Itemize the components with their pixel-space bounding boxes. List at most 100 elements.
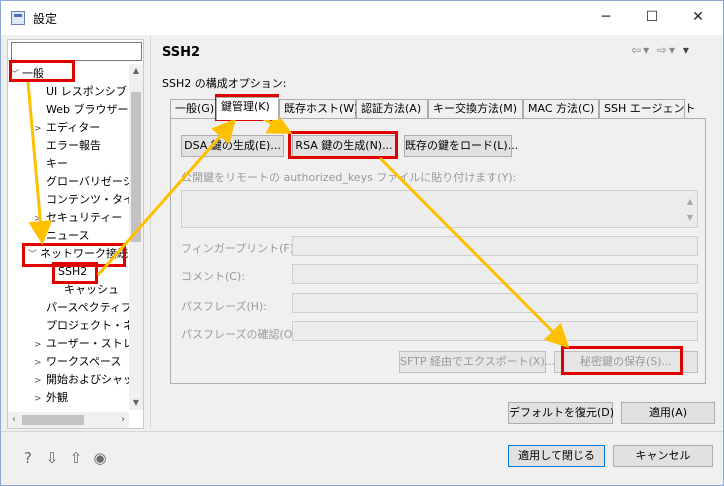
tab-key-management[interactable]: 鍵管理(K) [216, 97, 279, 120]
tree-item-label: キャッシュ [64, 283, 119, 296]
comment-field[interactable] [292, 264, 698, 284]
filter-input[interactable] [11, 42, 142, 61]
tab-general[interactable]: 一般(G) [170, 99, 216, 119]
tree-item-security[interactable]: > セキュリティー [34, 209, 122, 227]
scroll-arrows-icon[interactable]: ▲ ▼ [687, 194, 693, 226]
chevron-right-icon[interactable]: > [34, 336, 46, 354]
tree-item-news[interactable]: ニュース [46, 227, 89, 245]
import-icon[interactable]: ⇩ [43, 449, 61, 467]
fingerprint-field[interactable] [292, 236, 698, 256]
preference-tree-panel: ﹀一般 UI レスポンシブ・モ Web ブラウザー >エディター エラー報告 キ… [7, 39, 144, 429]
tree-item-error-reporting[interactable]: エラー報告 [46, 137, 101, 155]
tree-item-globalization[interactable]: グローバリゼーショ [46, 173, 129, 191]
title-bar: 設定 ─ ☐ ✕ [1, 1, 723, 35]
tab-key-exchange[interactable]: キー交換方法(M) [428, 99, 523, 119]
app-icon [11, 11, 25, 25]
view-menu-icon[interactable]: ▾ [683, 43, 691, 57]
tree-item-label: 一般 [22, 67, 44, 80]
cancel-button[interactable]: キャンセル [613, 445, 713, 467]
tree-item-cache[interactable]: キャッシュ [64, 281, 119, 299]
footer-divider [1, 431, 723, 432]
tree-item-workspace[interactable]: > ワークスペース [34, 353, 121, 371]
tree-item-label: セキュリティー [46, 211, 123, 224]
tree-item-label: ネットワーク接続 [40, 247, 128, 260]
tree-item-startup-shutdown[interactable]: > 開始およびシャッ [34, 371, 129, 389]
tree-vertical-scrollbar[interactable]: ▲ ▼ [129, 64, 143, 410]
record-icon[interactable]: ◉ [91, 449, 109, 467]
chevron-right-icon[interactable]: > [34, 390, 46, 408]
tree-item-label: コンテンツ・タイプ [46, 193, 129, 206]
chevron-right-icon[interactable]: > [34, 120, 46, 138]
scroll-right-icon[interactable]: › [117, 412, 129, 428]
passphrase-label: パスフレーズ(H): [181, 300, 268, 313]
tree-item-label: パースペクティブ [46, 301, 129, 314]
preferences-dialog: 設定 ─ ☐ ✕ ﹀一般 UI レスポンシブ・モ Web ブラウザー >エディタ… [0, 0, 724, 486]
tree-item-label: ユーザー・ストレージ [46, 337, 129, 350]
minimize-button[interactable]: ─ [583, 1, 629, 33]
close-button[interactable]: ✕ [675, 1, 721, 33]
tree-horizontal-scrollbar[interactable]: ‹ › [8, 412, 129, 428]
chevron-down-icon[interactable]: ▾ [643, 43, 651, 57]
tree-item-label: SSH2 [58, 265, 88, 278]
tree-item-label: キー [46, 157, 68, 170]
tab-ssh-agent[interactable]: SSH エージェント [599, 99, 696, 119]
tree-item-ui-responsive[interactable]: UI レスポンシブ・モ [46, 83, 129, 101]
fingerprint-label: フィンガープリント(F): [181, 242, 298, 255]
tab-mac[interactable]: MAC 方法(C) [523, 99, 599, 119]
tree-item-network-connections[interactable]: ﹀ ネットワーク接続 [28, 245, 128, 263]
tree-item-label: ワークスペース [46, 355, 122, 368]
generate-rsa-key-button[interactable]: RSA 鍵の生成(N)... [292, 135, 396, 157]
chevron-right-icon[interactable]: > [34, 372, 46, 390]
tree-item-keys[interactable]: キー [46, 155, 68, 173]
chevron-down-icon[interactable]: ▾ [669, 43, 677, 57]
tree-item-label: エラー報告 [46, 139, 101, 152]
apply-button[interactable]: 適用(A) [621, 402, 715, 424]
comment-label: コメント(C): [181, 270, 245, 283]
section-label: SSH2 の構成オプション: [162, 77, 287, 90]
preference-tree: ﹀一般 UI レスポンシブ・モ Web ブラウザー >エディター エラー報告 キ… [8, 64, 129, 410]
tree-item-appearance[interactable]: > 外観 [34, 389, 68, 407]
chevron-right-icon[interactable]: > [34, 210, 46, 228]
passphrase-confirm-label: パスフレーズの確認(O): [181, 328, 301, 341]
load-existing-key-button[interactable]: 既存の鍵をロード(L)... [404, 135, 518, 157]
window-title: 設定 [33, 12, 58, 26]
tree-item-label: Web ブラウザー [46, 103, 129, 116]
back-icon[interactable]: ⇦ [631, 43, 643, 57]
scroll-thumb[interactable] [22, 415, 84, 425]
export-icon[interactable]: ⇧ [67, 449, 85, 467]
forward-icon[interactable]: ⇨ [657, 43, 669, 57]
tree-item-label: 開始およびシャッ [46, 373, 129, 386]
apply-and-close-button[interactable]: 適用して閉じる [508, 445, 605, 467]
public-key-textarea[interactable]: ▲ ▼ [181, 190, 698, 228]
tree-item-label: エディター [46, 121, 101, 134]
generate-dsa-key-button[interactable]: DSA 鍵の生成(E)... [181, 135, 284, 157]
save-private-key-button[interactable]: 秘密鍵の保存(S)... [554, 351, 698, 373]
tree-item-web-browser[interactable]: Web ブラウザー [46, 101, 128, 119]
passphrase-field[interactable] [292, 293, 698, 313]
tree-item-ssh2[interactable]: SSH2 [58, 263, 87, 281]
sftp-export-button[interactable]: SFTP 経由でエクスポート(X)... [399, 351, 555, 373]
chevron-down-icon[interactable]: ﹀ [28, 246, 40, 264]
tree-item-content-types[interactable]: コンテンツ・タイプ [46, 191, 129, 209]
tree-item-general[interactable]: ﹀ 一般 [10, 65, 44, 83]
tree-item-label: UI レスポンシブ・モ [46, 85, 129, 98]
scroll-left-icon[interactable]: ‹ [8, 412, 20, 428]
scroll-thumb[interactable] [131, 92, 141, 242]
public-key-label: 公開鍵をリモートの authorized_keys ファイルに貼り付けます(Y)… [181, 171, 517, 184]
tab-known-hosts[interactable]: 既存ホスト(W) [279, 99, 358, 119]
chevron-down-icon[interactable]: ﹀ [10, 66, 22, 84]
scroll-down-icon[interactable]: ▼ [129, 398, 143, 407]
tab-authentication[interactable]: 認証方法(A) [356, 99, 428, 119]
passphrase-confirm-field[interactable] [292, 321, 698, 341]
restore-defaults-button[interactable]: デフォルトを復元(D) [508, 402, 614, 424]
help-icon[interactable]: ? [19, 449, 37, 467]
chevron-right-icon[interactable]: > [34, 354, 46, 372]
tree-item-project-natures[interactable]: プロジェクト・ネーラ [46, 317, 129, 335]
panel-divider [150, 35, 151, 429]
tree-item-editors[interactable]: > エディター [34, 119, 100, 137]
tree-item-user-storage[interactable]: >ユーザー・ストレージ [34, 335, 129, 353]
tree-item-label: プロジェクト・ネーラ [46, 319, 129, 332]
scroll-up-icon[interactable]: ▲ [129, 66, 143, 75]
maximize-button[interactable]: ☐ [629, 1, 675, 33]
tree-item-perspectives[interactable]: パースペクティブ [46, 299, 129, 317]
